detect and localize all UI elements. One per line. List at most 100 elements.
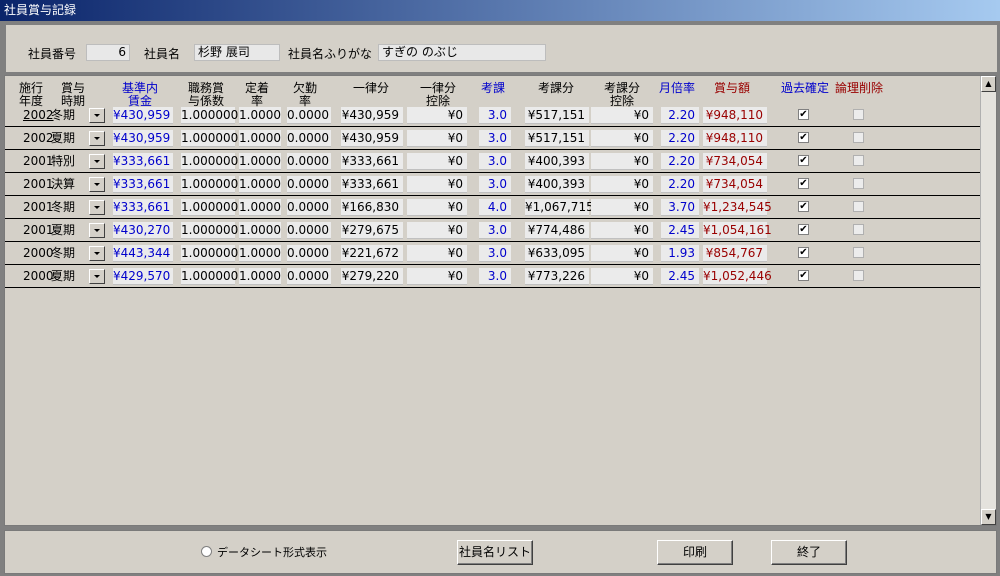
period-cell[interactable]: 決算	[51, 176, 79, 193]
fix-rate-cell[interactable]: 1.0000	[239, 245, 281, 262]
employee-name-field[interactable]: 杉野 展司	[194, 44, 280, 61]
exit-button[interactable]: 終了	[771, 540, 847, 565]
period-cell[interactable]: 冬期	[51, 107, 79, 124]
evaluation-amount-cell[interactable]: ¥517,151	[525, 130, 589, 147]
base-salary-cell[interactable]: ¥429,570	[113, 268, 173, 285]
past-confirm-checkbox[interactable]: ✔	[798, 178, 809, 189]
absence-rate-cell[interactable]: 0.0000	[287, 245, 331, 262]
print-button[interactable]: 印刷	[657, 540, 733, 565]
monthly-rate-cell[interactable]: 2.20	[661, 176, 699, 193]
monthly-rate-cell[interactable]: 2.20	[661, 107, 699, 124]
table-row[interactable]: 2001 冬期 ¥333,661 1.000000 1.0000 0.0000 ¥166,8…	[5, 196, 980, 219]
coefficient-cell[interactable]: 1.000000	[181, 222, 238, 239]
bonus-amount-cell[interactable]: ¥1,054,161	[703, 222, 772, 239]
period-dropdown-icon[interactable]	[89, 131, 105, 146]
bonus-amount-cell[interactable]: ¥1,234,545	[703, 199, 772, 216]
vertical-scrollbar[interactable]: ▲ ▼	[980, 76, 996, 525]
monthly-rate-cell[interactable]: 2.20	[661, 130, 699, 147]
evaluation-deduction-cell[interactable]: ¥0	[591, 268, 653, 285]
base-salary-cell[interactable]: ¥430,959	[113, 107, 173, 124]
evaluation-deduction-cell[interactable]: ¥0	[591, 176, 653, 193]
employee-number-field[interactable]: 6	[86, 44, 130, 61]
fix-rate-cell[interactable]: 1.0000	[239, 199, 281, 216]
period-cell[interactable]: 特別	[51, 153, 79, 170]
logical-delete-checkbox[interactable]	[853, 270, 864, 281]
evaluation-cell[interactable]: 4.0	[479, 199, 511, 216]
flat-amount-cell[interactable]: ¥279,675	[341, 222, 403, 239]
absence-rate-cell[interactable]: 0.0000	[287, 222, 331, 239]
monthly-rate-cell[interactable]: 1.93	[661, 245, 699, 262]
bonus-amount-cell[interactable]: ¥948,110	[703, 130, 767, 147]
year-cell[interactable]: 2001	[23, 222, 54, 239]
period-dropdown-icon[interactable]	[89, 177, 105, 192]
absence-rate-cell[interactable]: 0.0000	[287, 130, 331, 147]
absence-rate-cell[interactable]: 0.0000	[287, 176, 331, 193]
year-cell[interactable]: 2002	[23, 107, 54, 124]
flat-deduction-cell[interactable]: ¥0	[407, 199, 467, 216]
fix-rate-cell[interactable]: 1.0000	[239, 268, 281, 285]
datasheet-view-radio[interactable]	[201, 546, 212, 557]
evaluation-amount-cell[interactable]: ¥400,393	[525, 176, 589, 193]
flat-amount-cell[interactable]: ¥333,661	[341, 176, 403, 193]
base-salary-cell[interactable]: ¥333,661	[113, 199, 173, 216]
fix-rate-cell[interactable]: 1.0000	[239, 107, 281, 124]
period-cell[interactable]: 夏期	[51, 130, 79, 147]
coefficient-cell[interactable]: 1.000000	[181, 268, 238, 285]
flat-amount-cell[interactable]: ¥221,672	[341, 245, 403, 262]
logical-delete-checkbox[interactable]	[853, 132, 864, 143]
evaluation-cell[interactable]: 3.0	[479, 222, 511, 239]
period-cell[interactable]: 冬期	[51, 199, 79, 216]
bonus-amount-cell[interactable]: ¥1,052,446	[703, 268, 772, 285]
absence-rate-cell[interactable]: 0.0000	[287, 107, 331, 124]
coefficient-cell[interactable]: 1.000000	[181, 176, 238, 193]
base-salary-cell[interactable]: ¥333,661	[113, 153, 173, 170]
past-confirm-checkbox[interactable]: ✔	[798, 201, 809, 212]
evaluation-amount-cell[interactable]: ¥633,095	[525, 245, 589, 262]
flat-deduction-cell[interactable]: ¥0	[407, 107, 467, 124]
absence-rate-cell[interactable]: 0.0000	[287, 153, 331, 170]
year-cell[interactable]: 2001	[23, 199, 54, 216]
past-confirm-checkbox[interactable]: ✔	[798, 270, 809, 281]
employee-list-button[interactable]: 社員名リスト	[457, 540, 533, 565]
evaluation-amount-cell[interactable]: ¥773,226	[525, 268, 589, 285]
fix-rate-cell[interactable]: 1.0000	[239, 222, 281, 239]
evaluation-amount-cell[interactable]: ¥517,151	[525, 107, 589, 124]
table-row[interactable]: 2002 夏期 ¥430,959 1.000000 1.0000 0.0000 ¥430,9…	[5, 127, 980, 150]
period-cell[interactable]: 夏期	[51, 268, 79, 285]
base-salary-cell[interactable]: ¥430,959	[113, 130, 173, 147]
evaluation-cell[interactable]: 3.0	[479, 176, 511, 193]
table-row[interactable]: 2002 冬期 ¥430,959 1.000000 1.0000 0.0000 ¥430,9…	[5, 104, 980, 127]
bonus-amount-cell[interactable]: ¥948,110	[703, 107, 767, 124]
evaluation-deduction-cell[interactable]: ¥0	[591, 245, 653, 262]
base-salary-cell[interactable]: ¥443,344	[113, 245, 173, 262]
fix-rate-cell[interactable]: 1.0000	[239, 153, 281, 170]
flat-amount-cell[interactable]: ¥279,220	[341, 268, 403, 285]
logical-delete-checkbox[interactable]	[853, 155, 864, 166]
period-dropdown-icon[interactable]	[89, 223, 105, 238]
flat-deduction-cell[interactable]: ¥0	[407, 176, 467, 193]
period-cell[interactable]: 冬期	[51, 245, 79, 262]
year-cell[interactable]: 2000	[23, 245, 54, 262]
employee-kana-field[interactable]: すぎの のぶじ	[378, 44, 546, 61]
coefficient-cell[interactable]: 1.000000	[181, 199, 238, 216]
logical-delete-checkbox[interactable]	[853, 109, 864, 120]
evaluation-deduction-cell[interactable]: ¥0	[591, 153, 653, 170]
flat-deduction-cell[interactable]: ¥0	[407, 130, 467, 147]
year-cell[interactable]: 2001	[23, 176, 54, 193]
table-row[interactable]: 2001 特別 ¥333,661 1.000000 1.0000 0.0000 ¥333,6…	[5, 150, 980, 173]
fix-rate-cell[interactable]: 1.0000	[239, 176, 281, 193]
evaluation-cell[interactable]: 3.0	[479, 268, 511, 285]
coefficient-cell[interactable]: 1.000000	[181, 245, 238, 262]
evaluation-deduction-cell[interactable]: ¥0	[591, 130, 653, 147]
monthly-rate-cell[interactable]: 2.20	[661, 153, 699, 170]
bonus-amount-cell[interactable]: ¥854,767	[703, 245, 767, 262]
period-dropdown-icon[interactable]	[89, 246, 105, 261]
monthly-rate-cell[interactable]: 2.45	[661, 222, 699, 239]
period-cell[interactable]: 夏期	[51, 222, 79, 239]
table-row[interactable]: 2001 決算 ¥333,661 1.000000 1.0000 0.0000 ¥333,6…	[5, 173, 980, 196]
past-confirm-checkbox[interactable]: ✔	[798, 132, 809, 143]
logical-delete-checkbox[interactable]	[853, 201, 864, 212]
flat-deduction-cell[interactable]: ¥0	[407, 245, 467, 262]
evaluation-cell[interactable]: 3.0	[479, 245, 511, 262]
base-salary-cell[interactable]: ¥333,661	[113, 176, 173, 193]
